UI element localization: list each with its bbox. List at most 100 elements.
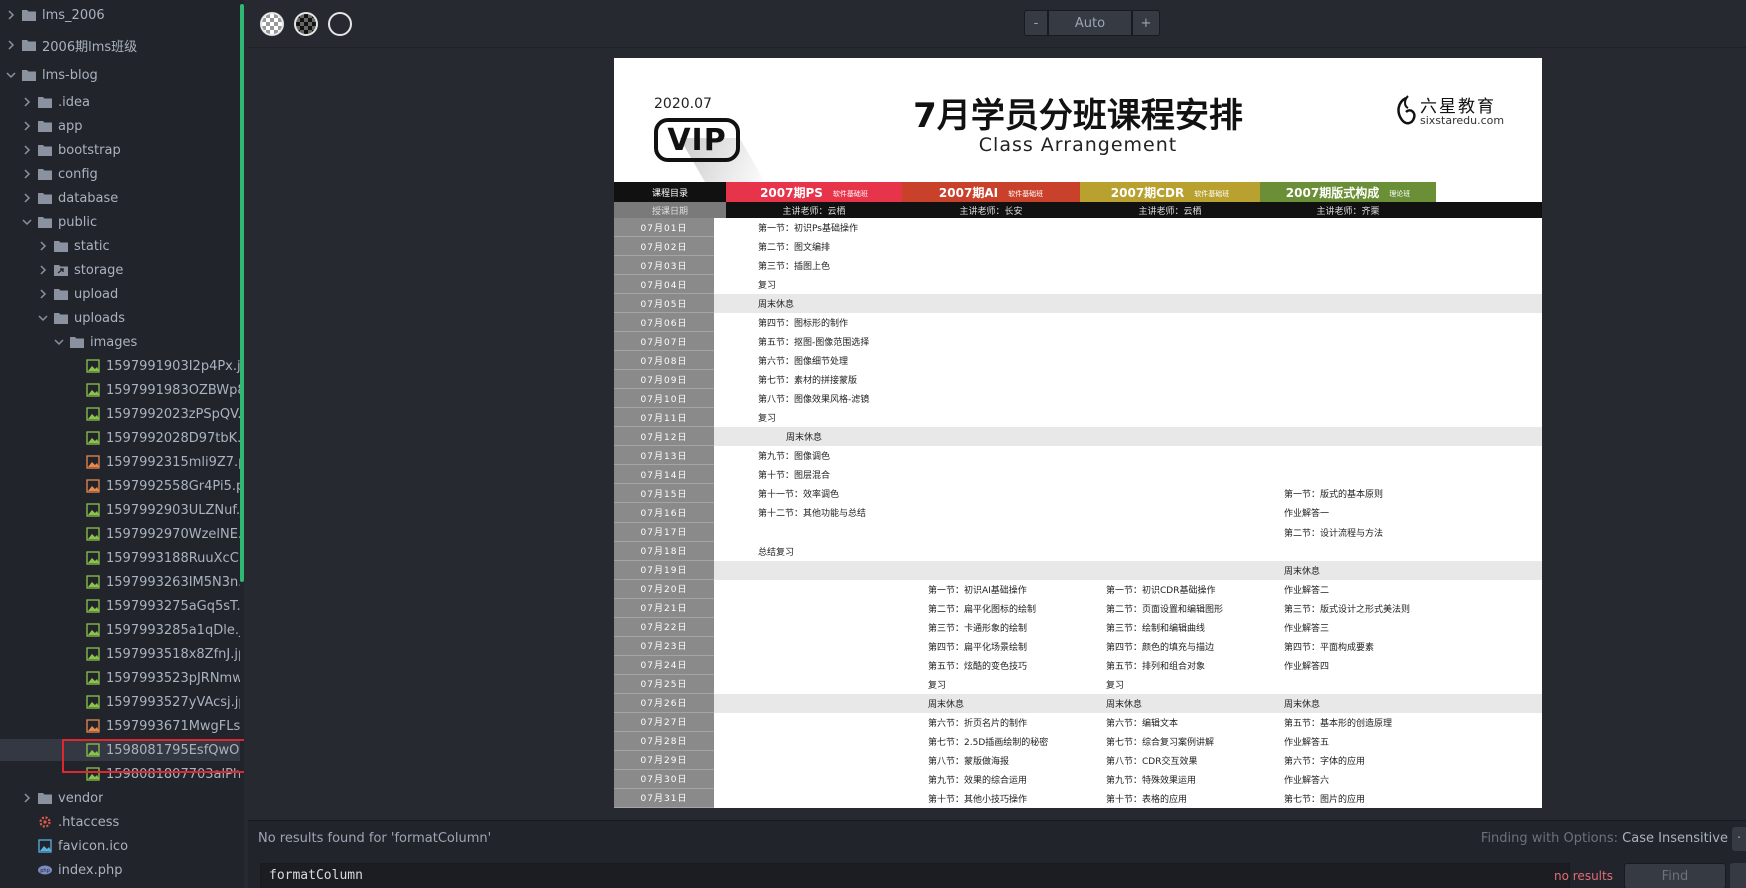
lesson-cell-ps: 第五节：抠图-图像范围选择 bbox=[758, 338, 870, 349]
dark-background-button[interactable] bbox=[294, 12, 318, 36]
date-cell: 07月13日 bbox=[614, 446, 714, 466]
date-cell: 07月01日 bbox=[614, 218, 714, 238]
lesson-cell-bs: 作业解答六 bbox=[1284, 775, 1330, 786]
table-row: 07月24日 第五节：炫酷的变色技巧 第五节：排列和组合对象 作业解答四 bbox=[614, 655, 1542, 675]
find-input[interactable]: formatColumn bbox=[260, 863, 1570, 888]
tree-file-item[interactable]: 1597991903I2p4Px.jpg bbox=[0, 355, 240, 377]
chevron-right-icon[interactable] bbox=[4, 38, 18, 52]
lesson-cell-bs bbox=[1258, 256, 1434, 275]
tree-file-item[interactable]: 1597992023zPSpQV.jpg bbox=[0, 403, 240, 425]
tree-file-item[interactable]: 1597992028D97tbK.jpg bbox=[0, 427, 240, 449]
tree-file-item[interactable]: 1597993285a1qDle.jpg bbox=[0, 619, 240, 641]
find-all-button[interactable] bbox=[1730, 863, 1746, 888]
zoom-out-button[interactable]: - bbox=[1024, 10, 1048, 36]
tree-file-item[interactable]: 1597992970WzelNE.jpg bbox=[0, 523, 240, 545]
chevron-right-icon[interactable] bbox=[20, 191, 34, 205]
tree-folder-item[interactable]: lms_2006 bbox=[0, 4, 240, 26]
chevron-right-icon[interactable] bbox=[20, 791, 34, 805]
tree-file-item[interactable]: 1597993263IM5N3n.jpg bbox=[0, 571, 240, 593]
table-row: 07月15日 第十一节：效率调色 第一节：版式的基本原则 bbox=[614, 484, 1542, 504]
lesson-cell-ps bbox=[714, 599, 902, 618]
tree-item-label: 1597993188RuuXcC.jpg bbox=[106, 550, 240, 566]
lesson-cell-ps: 周末休息 bbox=[786, 433, 823, 444]
find-options-label: Finding with Options: Case Insensitive bbox=[1481, 831, 1728, 846]
chevron-right-icon[interactable] bbox=[20, 143, 34, 157]
tree-folder-item[interactable]: lms-blog bbox=[0, 64, 240, 86]
chevron-down-icon[interactable] bbox=[4, 68, 18, 82]
zoom-level-button[interactable]: Auto bbox=[1048, 10, 1132, 36]
chevron-right-icon[interactable] bbox=[20, 95, 34, 109]
tree-folder-item[interactable]: config bbox=[0, 163, 240, 185]
tree-item-label: index.php bbox=[58, 862, 123, 878]
tree-file-item[interactable]: php index.php bbox=[0, 859, 240, 881]
lesson-cell-ps: 第十节：图层混合 bbox=[758, 471, 831, 482]
lesson-cell-ai: 复习 bbox=[928, 680, 947, 691]
chevron-right-icon[interactable] bbox=[20, 167, 34, 181]
tree-folder-item[interactable]: uploads bbox=[0, 307, 240, 329]
lesson-cell-cdr: 第六节：编辑文本 bbox=[1106, 718, 1179, 729]
tree-item-label: lms_2006 bbox=[42, 7, 105, 23]
lesson-cell-ps bbox=[714, 637, 902, 656]
tree-file-item[interactable]: 1597993518x8ZfnJ.jpg bbox=[0, 643, 240, 665]
chevron-right-icon[interactable] bbox=[36, 287, 50, 301]
tree-folder-item[interactable]: bootstrap bbox=[0, 139, 240, 161]
tree-file-item[interactable]: favicon.ico bbox=[0, 835, 240, 857]
tree-file-item[interactable]: 1597991983OZBWp8.jpg bbox=[0, 379, 240, 401]
no-background-button[interactable] bbox=[328, 12, 352, 36]
lesson-cell-bs: 作业解答四 bbox=[1284, 661, 1330, 672]
chevron-right-icon[interactable] bbox=[36, 239, 50, 253]
folder-icon bbox=[21, 68, 37, 82]
image-toolbar: - Auto + bbox=[248, 0, 1746, 48]
lesson-cell-ai bbox=[902, 275, 1080, 294]
tree-file-item[interactable]: 1597992558Gr4Pi5.png bbox=[0, 475, 240, 497]
tree-folder-item[interactable]: database bbox=[0, 187, 240, 209]
lesson-cell-ps: 复习 bbox=[758, 414, 777, 425]
tree-file-item[interactable]: 1597992903ULZNuf.jpg bbox=[0, 499, 240, 521]
chevron-down-icon[interactable] bbox=[36, 311, 50, 325]
table-row: 07月22日 第三节：卡通形象的绘制 第三节：绘制和编辑曲线 作业解答三 bbox=[614, 617, 1542, 637]
lesson-cell-ai bbox=[902, 332, 1080, 351]
chevron-right-icon[interactable] bbox=[20, 119, 34, 133]
find-button[interactable]: Find bbox=[1624, 863, 1726, 888]
transparent-background-button[interactable] bbox=[260, 12, 284, 36]
date-cell: 07月09日 bbox=[614, 370, 714, 390]
tree-folder-item[interactable]: images bbox=[0, 331, 240, 353]
chevron-down-icon[interactable] bbox=[20, 215, 34, 229]
tree-folder-item[interactable]: app bbox=[0, 115, 240, 137]
tree-item-label: 1597993275aGq5sT.jpg bbox=[106, 598, 240, 614]
tree-folder-item[interactable]: upload bbox=[0, 283, 240, 305]
lesson-cell-bs: 周末休息 bbox=[1284, 699, 1321, 710]
lesson-cell-ai: 第七节：2.5D插画绘制的秘密 bbox=[928, 737, 1049, 748]
tree-folder-item[interactable]: .idea bbox=[0, 91, 240, 113]
zoom-in-button[interactable]: + bbox=[1132, 10, 1160, 36]
folder-icon bbox=[53, 239, 69, 253]
chevron-right-icon[interactable] bbox=[36, 263, 50, 277]
lesson-cell-ps: 第一节：初识Ps基础操作 bbox=[758, 224, 858, 235]
date-cell: 07月14日 bbox=[614, 465, 714, 485]
tree-file-item[interactable]: 1597993671MwgFLs.png bbox=[0, 715, 240, 737]
tree-file-item[interactable]: 1597993188RuuXcC.jpg bbox=[0, 547, 240, 569]
tree-file-item[interactable]: 1597992315mli9Z7.png bbox=[0, 451, 240, 473]
table-row: 07月19日 周末休息 bbox=[614, 560, 1542, 580]
course-header: 2007期PS 软件基础班 bbox=[726, 182, 902, 202]
tree-folder-item[interactable]: static bbox=[0, 235, 240, 257]
tree-file-item[interactable]: .htaccess bbox=[0, 811, 240, 833]
sidebar-scrollbar[interactable] bbox=[240, 4, 244, 582]
lesson-cell-cdr bbox=[1080, 351, 1258, 370]
find-options-toggle[interactable]: . bbox=[1732, 827, 1746, 851]
lesson-cell-ai bbox=[902, 427, 1080, 446]
lesson-cell-ai: 第九节：效果的综合运用 bbox=[928, 775, 1028, 786]
chevron-down-icon[interactable] bbox=[52, 335, 66, 349]
tree-file-item[interactable]: 1597993275aGq5sT.jpg bbox=[0, 595, 240, 617]
tree-folder-item[interactable]: storage bbox=[0, 259, 240, 281]
lesson-cell-cdr: 第十节：表格的应用 bbox=[1106, 794, 1188, 805]
chevron-right-icon[interactable] bbox=[4, 8, 18, 22]
tree-file-item[interactable]: 1597993523pJRNmw.jpg bbox=[0, 667, 240, 689]
tree-file-item[interactable]: 1597993527yVAcsj.jpg bbox=[0, 691, 240, 713]
tree-folder-item[interactable]: public bbox=[0, 211, 240, 233]
tree-folder-item[interactable]: 2006期lms班级 bbox=[0, 34, 240, 56]
tree-folder-item[interactable]: vendor bbox=[0, 787, 240, 809]
lesson-cell-cdr bbox=[1080, 332, 1258, 351]
